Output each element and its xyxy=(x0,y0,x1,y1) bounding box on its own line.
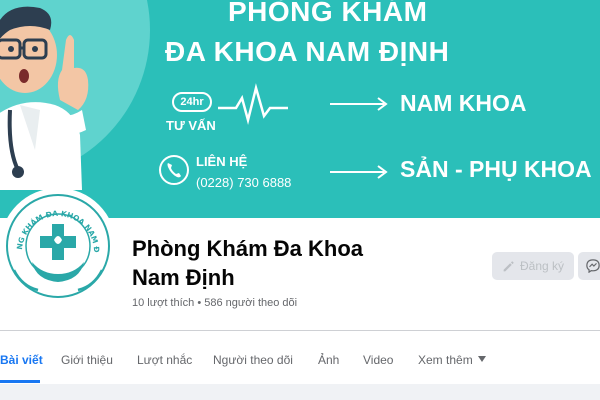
cover-title-line2: ĐA KHOA NAM ĐỊNH xyxy=(165,36,450,67)
facebook-page-header: PHÒNG KHÁM ĐA KHOA NAM ĐỊNH 24hr TƯ VẤN … xyxy=(0,0,600,400)
tab-photos[interactable]: Ảnh xyxy=(318,353,339,367)
contact-label: LIÊN HỆ xyxy=(196,154,248,169)
caret-down-icon[interactable] xyxy=(478,356,486,362)
arrow-right-icon xyxy=(330,165,388,179)
message-button[interactable] xyxy=(578,252,600,280)
profile-picture[interactable]: PHÒNG KHÁM ĐA KHOA NAM ĐỊNH xyxy=(0,188,116,304)
tab-about[interactable]: Giới thiệu xyxy=(61,353,113,367)
header-divider xyxy=(0,330,600,331)
phone-icon xyxy=(159,155,189,185)
follow-button[interactable]: Đăng ký xyxy=(492,252,574,280)
heartbeat-icon xyxy=(218,83,288,125)
active-tab-indicator xyxy=(0,380,40,383)
cover-title-line1: PHÒNG KHÁM xyxy=(228,0,428,27)
follow-button-label: Đăng ký xyxy=(519,259,565,273)
page-title-line1: Phòng Khám Đa Khoa xyxy=(132,236,364,261)
tab-mentions[interactable]: Lượt nhắc xyxy=(137,353,192,367)
service-nam-khoa: NAM KHOA xyxy=(400,90,527,116)
consult-label: TƯ VẤN xyxy=(166,118,216,133)
page-title-line2: Nam Định xyxy=(132,265,235,290)
feed-background xyxy=(0,384,600,400)
messenger-icon xyxy=(586,259,600,273)
clinic-logo: PHÒNG KHÁM ĐA KHOA NAM ĐỊNH xyxy=(2,190,112,300)
pencil-icon xyxy=(503,260,514,271)
page-stats[interactable]: 10 lượt thích • 586 người theo dõi xyxy=(132,297,297,309)
cover-photo[interactable]: PHÒNG KHÁM ĐA KHOA NAM ĐỊNH 24hr TƯ VẤN … xyxy=(0,0,600,218)
tab-more[interactable]: Xem thêm xyxy=(418,353,473,367)
doctor-illustration xyxy=(0,6,89,190)
contact-phone: (0228) 730 6888 xyxy=(196,175,292,190)
tab-followers[interactable]: Người theo dõi xyxy=(213,353,293,367)
tab-posts[interactable]: Bài viết xyxy=(0,353,43,367)
arrow-right-icon xyxy=(330,97,388,111)
service-san-phu-khoa: SẢN - PHỤ KHOA xyxy=(400,156,592,182)
24hr-badge: 24hr xyxy=(172,92,212,112)
page-title: Phòng Khám Đa Khoa Nam Định xyxy=(132,234,363,292)
tab-videos[interactable]: Video xyxy=(363,353,393,367)
